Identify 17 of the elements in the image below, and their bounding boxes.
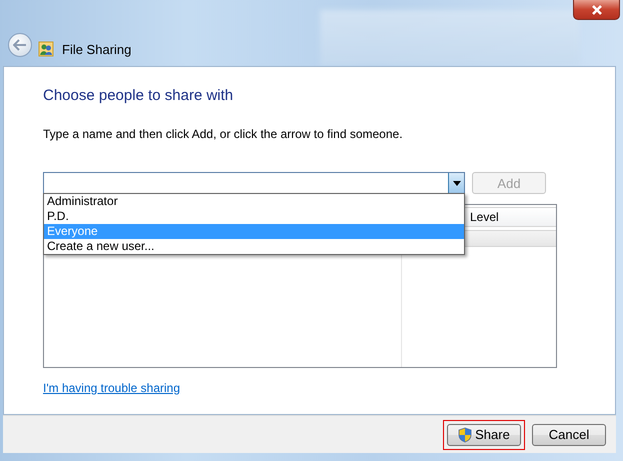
instruction-text: Type a name and then click Add, or click the arrow to find someone. xyxy=(43,127,404,141)
caret-icon xyxy=(452,180,460,186)
back-button[interactable] xyxy=(8,33,32,57)
shield-icon xyxy=(458,426,472,442)
name-combo-box[interactable] xyxy=(43,172,465,194)
close-button[interactable] xyxy=(573,0,620,20)
people-icon xyxy=(38,41,54,57)
dropdown-button[interactable] xyxy=(448,173,464,193)
dropdown-option[interactable]: Administrator xyxy=(44,194,464,209)
dropdown-option[interactable]: Create a new user... xyxy=(44,239,464,254)
share-button[interactable]: Share xyxy=(447,424,521,446)
window-title: File Sharing xyxy=(62,42,132,57)
cancel-button[interactable]: Cancel xyxy=(532,424,606,446)
close-icon xyxy=(590,4,602,14)
dialog-heading: Choose people to share with xyxy=(43,87,234,106)
back-arrow-icon xyxy=(13,39,27,51)
help-link[interactable]: I'm having trouble sharing xyxy=(43,381,180,395)
